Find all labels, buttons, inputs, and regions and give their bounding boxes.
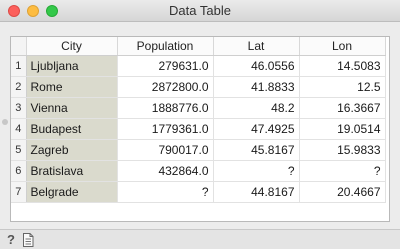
row-number[interactable]: 1 [11, 55, 27, 77]
table-row[interactable]: 4 Budapest 1779361.0 47.4925 19.0514 [11, 118, 386, 140]
column-header-lon[interactable]: Lon [299, 37, 386, 56]
corner-cell[interactable] [11, 37, 27, 56]
table-row[interactable]: 3 Vienna 1888776.0 48.2 16.3667 [11, 97, 386, 119]
city-cell[interactable]: Zagreb [26, 139, 118, 161]
city-cell[interactable]: Budapest [26, 118, 118, 140]
lat-cell[interactable]: ? [213, 160, 300, 182]
title-bar: Data Table [0, 0, 400, 22]
lon-cell[interactable]: 12.5 [299, 76, 386, 98]
lat-cell[interactable]: 46.0556 [213, 55, 300, 77]
report-icon[interactable] [22, 233, 34, 247]
lon-cell[interactable]: ? [299, 160, 386, 182]
city-cell[interactable]: Vienna [26, 97, 118, 119]
table-row[interactable]: 2 Rome 2872800.0 41.8833 12.5 [11, 76, 386, 98]
population-cell[interactable]: 2872800.0 [117, 76, 214, 98]
header-row: City Population Lat Lon [11, 37, 386, 56]
city-cell[interactable]: Belgrade [26, 181, 118, 203]
row-number[interactable]: 2 [11, 76, 27, 98]
row-number[interactable]: 5 [11, 139, 27, 161]
splitter-handle[interactable] [2, 119, 8, 125]
status-bar: ? [0, 229, 400, 249]
lon-cell[interactable]: 20.4667 [299, 181, 386, 203]
lat-cell[interactable]: 48.2 [213, 97, 300, 119]
data-table-view[interactable]: City Population Lat Lon 1 Ljubljana 2796… [10, 36, 390, 222]
help-icon[interactable]: ? [5, 232, 17, 247]
population-cell[interactable]: 1779361.0 [117, 118, 214, 140]
row-number[interactable]: 3 [11, 97, 27, 119]
window-title: Data Table [169, 3, 231, 18]
data-table-window: Data Table City Population Lat Lon 1 Lju… [0, 0, 400, 249]
lon-cell[interactable]: 16.3667 [299, 97, 386, 119]
population-cell[interactable]: 279631.0 [117, 55, 214, 77]
column-header-population[interactable]: Population [117, 37, 214, 56]
lat-cell[interactable]: 41.8833 [213, 76, 300, 98]
column-header-city[interactable]: City [26, 37, 118, 56]
population-cell[interactable]: 432864.0 [117, 160, 214, 182]
lon-cell[interactable]: 19.0514 [299, 118, 386, 140]
row-number[interactable]: 6 [11, 160, 27, 182]
city-cell[interactable]: Rome [26, 76, 118, 98]
data-table: City Population Lat Lon 1 Ljubljana 2796… [11, 37, 386, 203]
population-cell[interactable]: 790017.0 [117, 139, 214, 161]
table-row[interactable]: 7 Belgrade ? 44.8167 20.4667 [11, 181, 386, 203]
table-row[interactable]: 5 Zagreb 790017.0 45.8167 15.9833 [11, 139, 386, 161]
lat-cell[interactable]: 45.8167 [213, 139, 300, 161]
column-header-lat[interactable]: Lat [213, 37, 300, 56]
lat-cell[interactable]: 44.8167 [213, 181, 300, 203]
population-cell[interactable]: 1888776.0 [117, 97, 214, 119]
lat-cell[interactable]: 47.4925 [213, 118, 300, 140]
table-row[interactable]: 6 Bratislava 432864.0 ? ? [11, 160, 386, 182]
city-cell[interactable]: Bratislava [26, 160, 118, 182]
city-cell[interactable]: Ljubljana [26, 55, 118, 77]
lon-cell[interactable]: 15.9833 [299, 139, 386, 161]
population-cell[interactable]: ? [117, 181, 214, 203]
row-number[interactable]: 7 [11, 181, 27, 203]
row-number[interactable]: 4 [11, 118, 27, 140]
lon-cell[interactable]: 14.5083 [299, 55, 386, 77]
table-row[interactable]: 1 Ljubljana 279631.0 46.0556 14.5083 [11, 55, 386, 77]
